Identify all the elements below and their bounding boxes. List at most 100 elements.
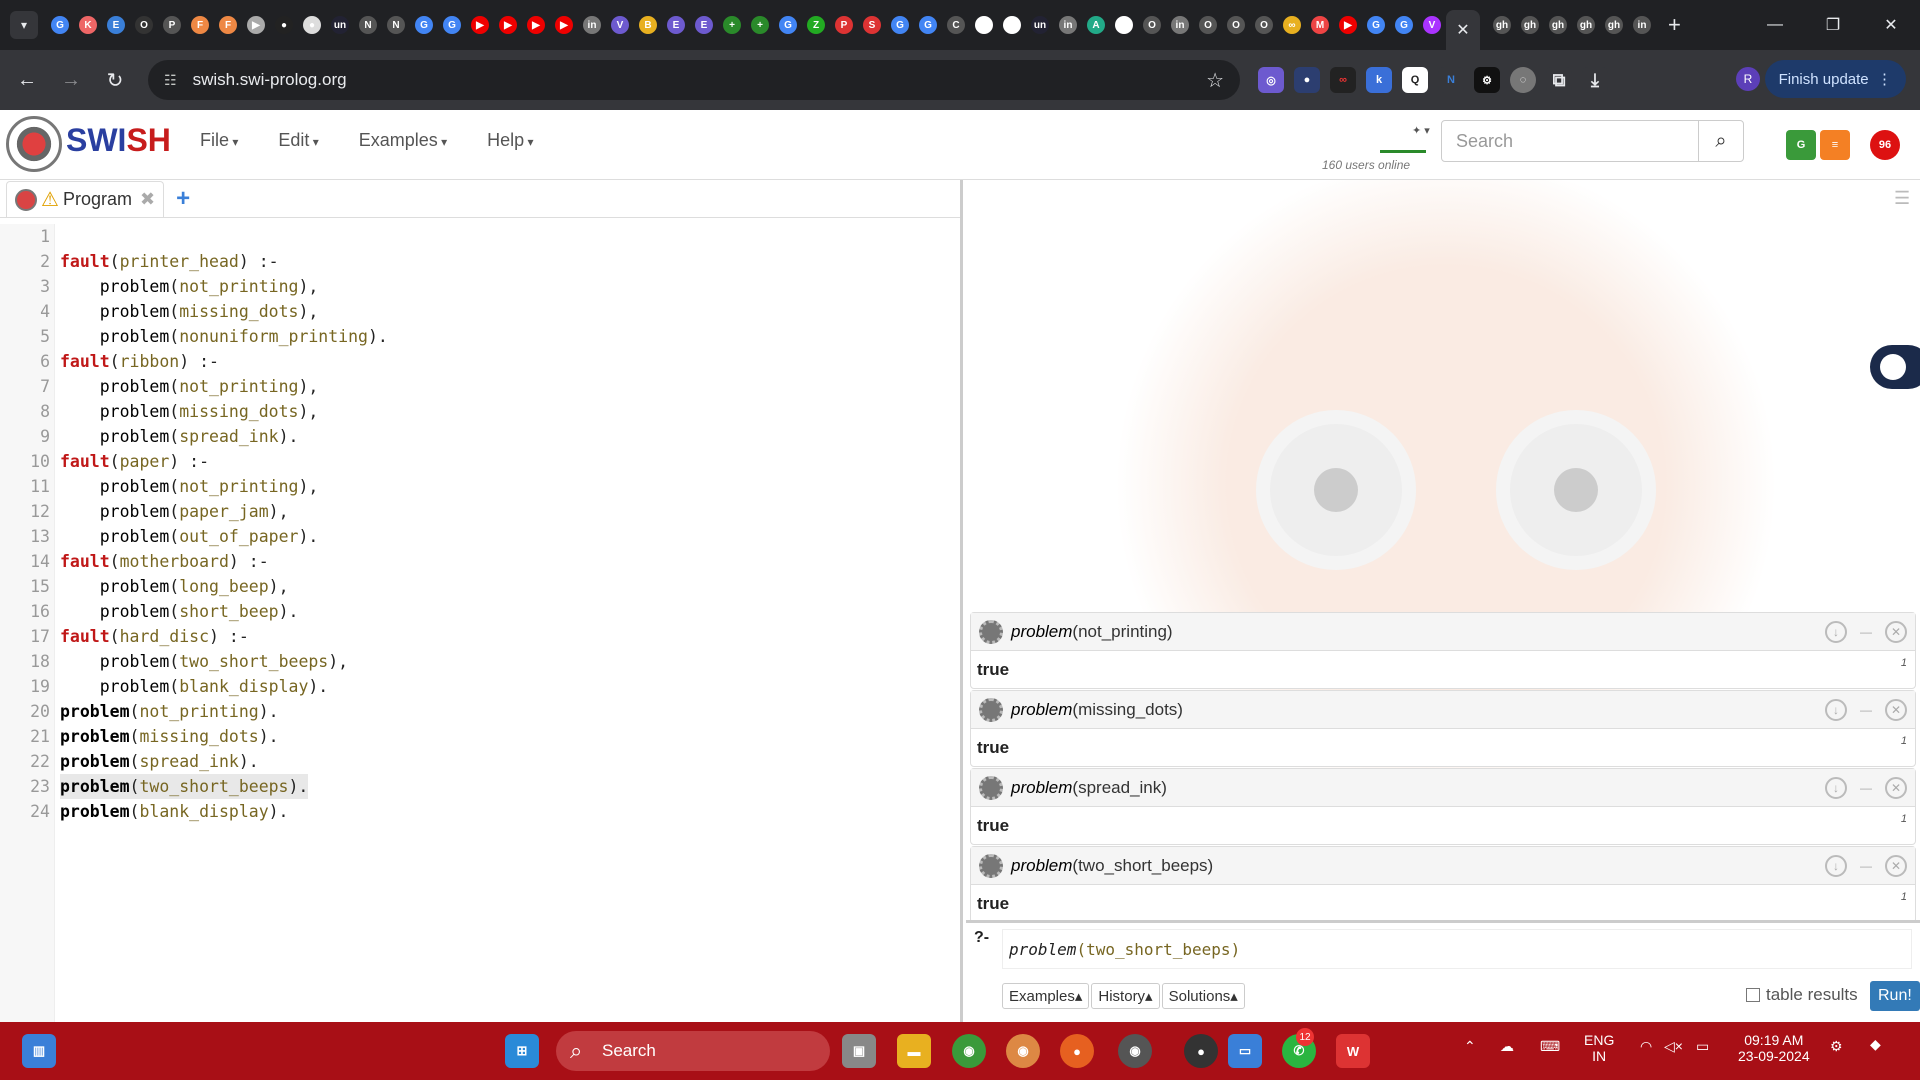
task-view-icon[interactable]: ▣ <box>842 1034 876 1068</box>
pinned-tab[interactable]: N <box>354 11 382 39</box>
add-tab-button[interactable]: + <box>176 185 190 213</box>
tab[interactable]: gh <box>1600 11 1628 39</box>
start-button-icon[interactable]: ⊞ <box>505 1034 539 1068</box>
code-area[interactable]: 1 2 fault(printer_head) :- 3 problem(not_pr… <box>0 224 960 1022</box>
minimize-button[interactable]: — <box>1746 0 1804 50</box>
pinned-tab[interactable]: E <box>102 11 130 39</box>
stackoverflow-icon[interactable]: ≡ <box>1820 130 1850 160</box>
file-explorer-icon[interactable]: ▬ <box>897 1034 931 1068</box>
volume-icon[interactable]: ◁× <box>1664 1038 1683 1055</box>
swish-brand[interactable]: SWISH <box>66 122 171 159</box>
download-icon[interactable]: ⤓ <box>1582 67 1608 93</box>
extension-icon[interactable]: N <box>1438 67 1464 93</box>
pinned-tab[interactable]: ▶ <box>494 11 522 39</box>
pinned-tab[interactable]: ▶ <box>522 11 550 39</box>
pinned-tab[interactable]: G <box>774 11 802 39</box>
pinned-tab[interactable]: W <box>970 11 998 39</box>
minimize-icon[interactable]: — <box>1855 855 1877 877</box>
pinned-tab[interactable]: G <box>1362 11 1390 39</box>
copilot-icon[interactable]: ◆ <box>1870 1036 1881 1053</box>
keyboard-icon[interactable]: ⌨ <box>1540 1038 1560 1055</box>
result-query-header[interactable]: problem (spread_ink) ↓ — ✕ <box>971 769 1915 807</box>
pinned-tab[interactable]: G <box>914 11 942 39</box>
pinned-tab[interactable]: ▶ <box>1334 11 1362 39</box>
battery-icon[interactable]: ▭ <box>1696 1038 1709 1055</box>
tab[interactable]: gh <box>1488 11 1516 39</box>
extensions-puzzle-icon[interactable]: ⧉ <box>1546 67 1572 93</box>
download-icon[interactable]: ↓ <box>1825 621 1847 643</box>
query-dropdown-button[interactable]: Solutions▴ <box>1161 983 1245 1009</box>
forward-button[interactable]: → <box>54 63 88 97</box>
tab-search-dropdown[interactable]: ▾ <box>10 11 38 39</box>
notification-bell-icon[interactable]: 96 <box>1870 130 1900 160</box>
wifi-icon[interactable]: ◠ <box>1640 1038 1652 1055</box>
menu-edit[interactable]: Edit <box>278 130 318 151</box>
extension-icon[interactable]: ◌ <box>1510 67 1536 93</box>
pinned-tab[interactable]: + <box>746 11 774 39</box>
download-icon[interactable]: ↓ <box>1825 699 1847 721</box>
pinned-tab[interactable]: B <box>634 11 662 39</box>
pinned-tab[interactable]: G <box>886 11 914 39</box>
extension-icon[interactable]: Q <box>1402 67 1428 93</box>
pinned-tab[interactable]: K <box>74 11 102 39</box>
pinned-tab[interactable]: in <box>1054 11 1082 39</box>
pinned-tab[interactable]: V <box>1418 11 1446 39</box>
query-dropdown-button[interactable]: Examples▴ <box>1002 983 1090 1009</box>
pinned-tab[interactable]: ▶ <box>550 11 578 39</box>
widgets-icon[interactable]: ▥ <box>22 1034 56 1068</box>
pinned-tab[interactable]: ● <box>270 11 298 39</box>
minimize-icon[interactable]: — <box>1855 777 1877 799</box>
pinned-tab[interactable]: G <box>438 11 466 39</box>
pinned-tab[interactable]: G <box>410 11 438 39</box>
pinned-tab[interactable]: G <box>46 11 74 39</box>
pinned-tab[interactable]: Z <box>802 11 830 39</box>
chrome-icon[interactable]: ◉ <box>952 1034 986 1068</box>
tab[interactable]: gh <box>1572 11 1600 39</box>
pinned-tab[interactable]: in <box>578 11 606 39</box>
pinned-tab[interactable]: F <box>214 11 242 39</box>
pinned-tab[interactable]: E <box>662 11 690 39</box>
close-icon[interactable]: ✕ <box>1885 855 1907 877</box>
back-button[interactable]: ← <box>10 63 44 97</box>
taskbar-search[interactable]: Search <box>556 1031 830 1071</box>
close-tab-icon[interactable]: ✖ <box>140 189 155 210</box>
pinned-tab[interactable]: N <box>382 11 410 39</box>
tab-program[interactable]: ⚠ Program ✖ <box>6 181 165 217</box>
pinned-tab[interactable]: C <box>942 11 970 39</box>
new-tab-button[interactable]: + <box>1668 12 1681 38</box>
close-icon[interactable]: ✕ <box>1885 621 1907 643</box>
pinned-tab[interactable]: in <box>1166 11 1194 39</box>
pinned-tab[interactable]: E <box>690 11 718 39</box>
pinned-tab[interactable]: P <box>830 11 858 39</box>
clock[interactable]: 09:19 AM 23-09-2024 <box>1738 1032 1810 1064</box>
pinned-tab[interactable]: O <box>1250 11 1278 39</box>
minimize-icon[interactable]: — <box>1855 699 1877 721</box>
table-results-checkbox[interactable]: table results <box>1746 985 1858 1005</box>
pinned-tab[interactable]: ∞ <box>1278 11 1306 39</box>
extension-icon[interactable]: ◎ <box>1258 67 1284 93</box>
tab[interactable]: gh <box>1516 11 1544 39</box>
online-dropdown-icon[interactable]: ✦ ▾ <box>1412 124 1430 137</box>
site-info-icon[interactable]: ☷ <box>164 72 177 89</box>
tab[interactable]: gh <box>1544 11 1572 39</box>
chrome-canary-icon[interactable]: ◉ <box>1006 1034 1040 1068</box>
app-icon[interactable]: ▭ <box>1228 1034 1262 1068</box>
app-icon[interactable]: ● <box>1184 1034 1218 1068</box>
query-dropdown-button[interactable]: History▴ <box>1091 983 1160 1009</box>
pinned-tab[interactable]: O <box>1222 11 1250 39</box>
firefox-icon[interactable]: ● <box>1060 1034 1094 1068</box>
search-button[interactable]: ⌕ <box>1698 120 1744 162</box>
restore-button[interactable]: ❐ <box>1804 0 1862 50</box>
settings-gear-icon[interactable]: ⚙ <box>1830 1038 1843 1055</box>
results-menu-icon[interactable]: ☰ <box>1894 188 1910 209</box>
run-button[interactable]: Run! <box>1870 981 1920 1011</box>
menu-help[interactable]: Help <box>487 130 533 151</box>
onedrive-icon[interactable]: ☁ <box>1500 1038 1514 1055</box>
pinned-tab[interactable]: + <box>718 11 746 39</box>
chrome-profile-icon[interactable]: ◉ <box>1118 1034 1152 1068</box>
address-bar[interactable]: ☷ swish.swi-prolog.org ☆ <box>148 60 1240 100</box>
pinned-tab[interactable]: un <box>326 11 354 39</box>
close-icon[interactable]: ✕ <box>1885 777 1907 799</box>
pinned-tab[interactable]: ▶ <box>242 11 270 39</box>
result-query-header[interactable]: problem (missing_dots) ↓ — ✕ <box>971 691 1915 729</box>
